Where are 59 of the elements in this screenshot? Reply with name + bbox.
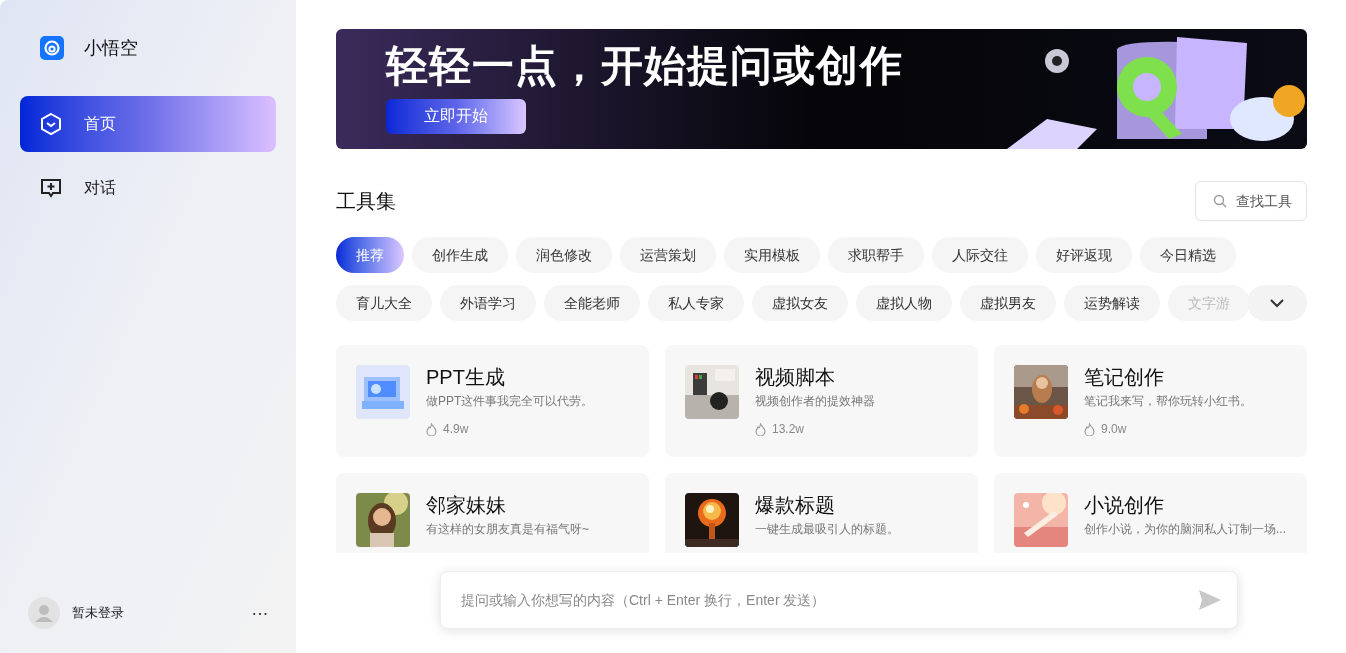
user-name: 暂未登录 (72, 604, 124, 623)
chat-add-icon (40, 177, 62, 199)
category-chip[interactable]: 育儿大全 (336, 285, 432, 321)
usage-count: 9.0w (1101, 421, 1127, 437)
section-title: 工具集 (336, 189, 396, 214)
tool-description: 有这样的女朋友真是有福气呀~ (426, 521, 589, 537)
category-chip[interactable]: 求职帮手 (828, 237, 924, 273)
search-icon (1213, 194, 1227, 208)
flame-icon (1084, 422, 1095, 436)
expand-button[interactable] (1247, 285, 1307, 321)
tool-description: 一键生成最吸引人的标题。 (755, 521, 899, 537)
tool-card[interactable]: 邻家妹妹 有这样的女朋友真是有福气呀~ (336, 473, 649, 553)
tool-card[interactable]: 小说创作 创作小说，为你的脑洞私人订制一场... (994, 473, 1307, 553)
category-chip[interactable]: 运势解读 (1064, 285, 1160, 321)
message-field[interactable]: 提问或输入你想写的内容（Ctrl + Enter 换行，Enter 发送） (440, 571, 1238, 629)
flame-icon (426, 422, 437, 436)
category-chip[interactable]: 润色修改 (516, 237, 612, 273)
avatar-icon (28, 597, 60, 629)
tool-description: 笔记我来写，帮你玩转小红书。 (1084, 393, 1252, 409)
category-chip[interactable]: 今日精选 (1140, 237, 1236, 273)
hexagon-icon (40, 112, 62, 136)
tool-card[interactable]: 笔记创作 笔记我来写，帮你玩转小红书。 9.0w (994, 345, 1307, 457)
tool-description: 视频创作者的提效神器 (755, 393, 875, 409)
start-button[interactable]: 立即开始 (386, 98, 526, 134)
category-chip[interactable]: 运营策划 (620, 237, 716, 273)
category-chip[interactable]: 外语学习 (440, 285, 536, 321)
flame-icon (755, 422, 766, 436)
category-chip[interactable]: 实用模板 (724, 237, 820, 273)
more-button[interactable]: ··· (251, 604, 268, 622)
banner-headline: 轻轻一点，开始提问或创作 (386, 44, 904, 87)
logo-icon (40, 36, 64, 60)
category-chip[interactable]: 人际交往 (932, 237, 1028, 273)
chevron-down-icon (1269, 298, 1285, 308)
tool-title: PPT生成 (426, 365, 506, 389)
send-icon[interactable] (1198, 589, 1222, 611)
category-chip[interactable]: 好评返现 (1036, 237, 1132, 273)
app-name: 小悟空 (84, 37, 138, 60)
category-chip[interactable]: 创作生成 (412, 237, 508, 273)
tool-title: 视频脚本 (755, 365, 836, 389)
category-chip[interactable]: 私人专家 (648, 285, 744, 321)
tool-card[interactable]: 视频脚本 视频创作者的提效神器 13.2w (665, 345, 978, 457)
tool-title: 笔记创作 (1084, 365, 1165, 389)
tool-title: 小说创作 (1084, 493, 1165, 517)
usage-count: 4.9w (443, 421, 469, 437)
search-field[interactable]: 查找工具 (1195, 181, 1307, 221)
category-chip[interactable]: 虚拟男友 (960, 285, 1056, 321)
tool-title: 邻家妹妹 (426, 493, 507, 517)
nav-item[interactable]: 首页 (20, 96, 276, 152)
tool-card[interactable]: PPT生成 做PPT这件事我完全可以代劳。 4.9w (336, 345, 649, 457)
nav-item[interactable]: 对话 (20, 160, 276, 216)
tool-title: 爆款标题 (755, 493, 836, 517)
tool-card[interactable]: 爆款标题 一键生成最吸引人的标题。 (665, 473, 978, 553)
usage-count: 13.2w (772, 421, 805, 437)
category-chip[interactable]: 推荐 (336, 237, 404, 273)
category-chip[interactable]: 虚拟女友 (752, 285, 848, 321)
tool-description: 创作小说，为你的脑洞私人订制一场... (1084, 521, 1286, 537)
category-chip[interactable]: 虚拟人物 (856, 285, 952, 321)
category-chip[interactable]: 全能老师 (544, 285, 640, 321)
tool-description: 做PPT这件事我完全可以代劳。 (426, 393, 594, 409)
